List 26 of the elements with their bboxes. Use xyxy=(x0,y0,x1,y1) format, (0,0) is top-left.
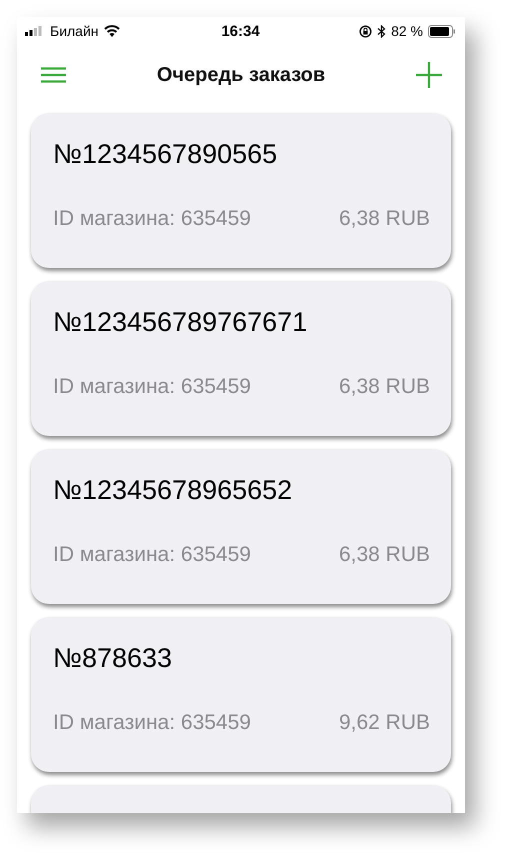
screen-title: Очередь заказов xyxy=(156,64,326,86)
order-card[interactable]: №878633 ID магазина: 635459 9,62 RUB xyxy=(31,617,451,772)
order-card[interactable]: №12345678965652 ID магазина: 635459 6,38 RUB xyxy=(31,449,451,604)
add-icon[interactable] xyxy=(416,62,442,88)
rotation-lock-icon xyxy=(359,24,372,38)
wifi-icon xyxy=(104,25,120,37)
order-amount: 6,38 RUB xyxy=(338,375,430,399)
order-number: №12345678965652 xyxy=(53,475,294,506)
order-card[interactable]: №1234567890565 ID магазина: 635459 6,38 RUB xyxy=(31,113,451,268)
order-amount: 6,38 RUB xyxy=(338,543,430,567)
battery-percent: 82 % xyxy=(391,23,423,39)
order-amount: 6,38 RUB xyxy=(338,207,430,231)
order-number: №1234567890565 xyxy=(53,139,278,170)
store-id: ID магазина: 635459 xyxy=(53,711,251,735)
battery-icon xyxy=(428,24,456,38)
order-number: №878633 xyxy=(53,643,174,674)
store-id: ID магазина: 635459 xyxy=(53,207,251,231)
bluetooth-icon xyxy=(377,24,386,38)
store-id: ID магазина: 635459 xyxy=(53,543,251,567)
menu-icon[interactable] xyxy=(41,67,66,83)
store-id: ID магазина: 635459 xyxy=(53,375,251,399)
order-card[interactable]: №123456789767671 ID магазина: 635459 6,38 RUB xyxy=(31,281,451,436)
carrier-name: Билайн xyxy=(50,23,99,39)
order-number: №123456789767671 xyxy=(53,307,308,338)
order-amount: 9,62 RUB xyxy=(338,711,430,735)
status-time: 16:34 xyxy=(221,22,260,40)
